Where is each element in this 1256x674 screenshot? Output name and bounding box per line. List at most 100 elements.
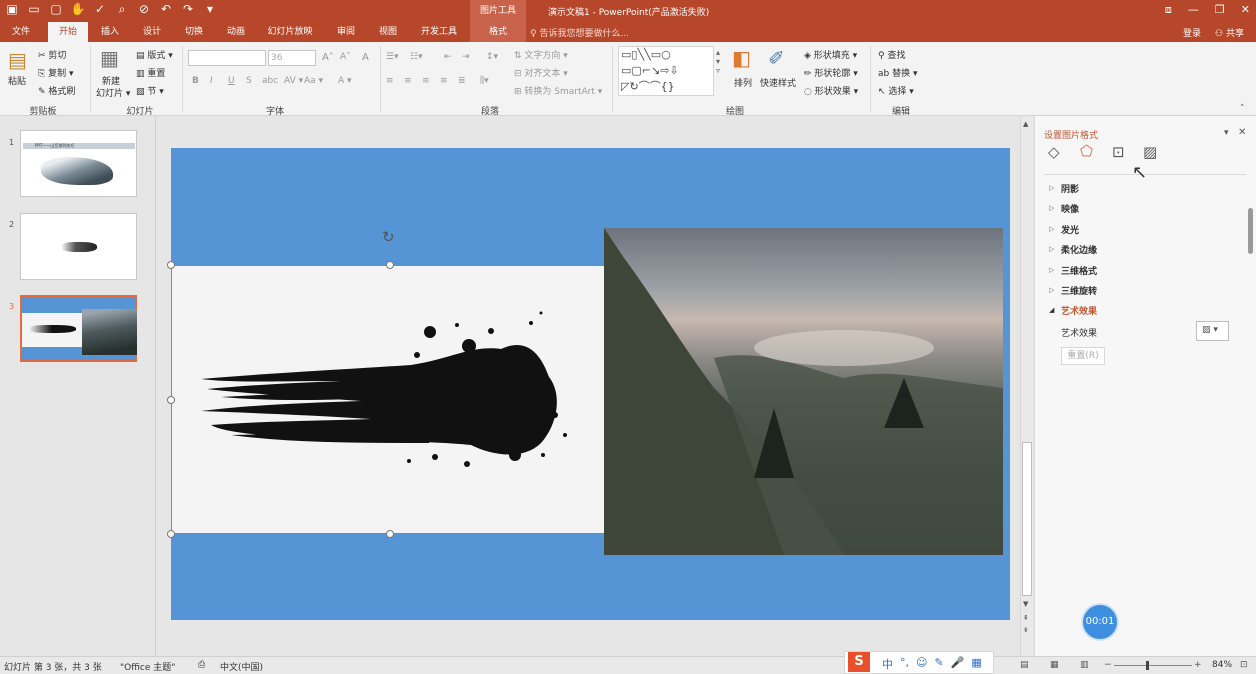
- recording-timer[interactable]: 00:01: [1081, 603, 1119, 641]
- new-slide-icon[interactable]: ▦: [100, 46, 119, 70]
- format-icon[interactable]: ⊘: [136, 2, 152, 17]
- grow-font-button[interactable]: A˄: [322, 52, 334, 63]
- minimize-icon[interactable]: —: [1188, 3, 1199, 17]
- rotate-handle-icon[interactable]: ↻: [382, 228, 395, 246]
- tell-me-box[interactable]: ♀ 告诉我您想要做什么...: [530, 26, 629, 39]
- section-soft-edges[interactable]: 柔化边缘: [1061, 243, 1097, 256]
- shape-fill-button[interactable]: ◈ 形状填充 ▾: [804, 48, 857, 61]
- collapse-ribbon-icon[interactable]: ˄: [1240, 104, 1245, 114]
- indent-increase-icon[interactable]: ⇥: [462, 52, 470, 62]
- reading-view-icon[interactable]: ▥: [1080, 660, 1089, 670]
- redo-icon[interactable]: ↷: [180, 2, 196, 17]
- shape-effects-button[interactable]: ◌ 形状效果 ▾: [804, 84, 858, 97]
- open-icon[interactable]: ▭: [26, 2, 42, 17]
- spellcheck-icon[interactable]: ⎙: [198, 660, 205, 670]
- zoom-out-icon[interactable]: −: [1104, 660, 1112, 670]
- scroll-down-icon[interactable]: ▼: [1023, 600, 1028, 608]
- tab-insert[interactable]: 插入: [92, 22, 128, 42]
- spelling-icon[interactable]: ✓: [92, 2, 108, 17]
- line-spacing-icon[interactable]: ↕▾: [486, 52, 498, 62]
- tab-format[interactable]: 格式: [470, 22, 526, 42]
- login-link[interactable]: 登录: [1183, 26, 1201, 39]
- tab-design[interactable]: 设计: [134, 22, 170, 42]
- touch-icon[interactable]: ✋: [70, 2, 86, 17]
- undo-icon[interactable]: ↶: [158, 2, 174, 17]
- cut-button[interactable]: ✂ 剪切: [38, 48, 66, 61]
- language-status[interactable]: 中文(中国): [220, 660, 263, 673]
- pane-close-icon[interactable]: ✕: [1238, 127, 1246, 138]
- zoom-slider-track[interactable]: [1114, 665, 1192, 666]
- tab-view[interactable]: 视图: [370, 22, 406, 42]
- quick-styles-icon[interactable]: ✐: [768, 46, 785, 70]
- customize-qat-icon[interactable]: ▾: [202, 2, 218, 17]
- canvas-vertical-scrollbar[interactable]: ▲ ▼ ⇞ ⇟: [1020, 116, 1033, 656]
- paste-icon[interactable]: ▤: [8, 48, 27, 72]
- ime-punctuation-icon[interactable]: °,: [900, 656, 909, 672]
- preview-icon[interactable]: ⌕: [114, 2, 130, 17]
- tab-file[interactable]: 文件: [4, 22, 38, 42]
- resize-handle-sw[interactable]: [167, 530, 175, 538]
- restore-icon[interactable]: ❐: [1215, 3, 1225, 17]
- zoom-level[interactable]: 84%: [1212, 660, 1232, 670]
- shape-outline-button[interactable]: ✏ 形状轮廓 ▾: [804, 66, 858, 79]
- strikethrough-button[interactable]: abc: [262, 76, 278, 86]
- pane-options-icon[interactable]: ▾: [1224, 128, 1229, 138]
- tab-developer[interactable]: 开发工具: [414, 22, 464, 42]
- picture-icon[interactable]: ▨: [1143, 143, 1157, 161]
- section-reflection[interactable]: 映像: [1061, 202, 1079, 215]
- new-slide-label-2[interactable]: 幻灯片 ▾: [96, 86, 130, 99]
- replace-button[interactable]: ab 替换 ▾: [878, 66, 918, 79]
- font-color-button[interactable]: A ▾: [338, 76, 352, 86]
- scroll-up-icon[interactable]: ▲: [1023, 120, 1028, 128]
- select-button[interactable]: ↖ 选择 ▾: [878, 84, 914, 97]
- underline-button[interactable]: U: [228, 76, 235, 86]
- bullets-icon[interactable]: ☰▾: [386, 52, 399, 62]
- slide-sorter-icon[interactable]: ▦: [1050, 660, 1059, 670]
- ime-voice-icon[interactable]: 🎤: [951, 656, 965, 672]
- bold-button[interactable]: B: [192, 76, 199, 86]
- arrange-button[interactable]: 排列: [734, 76, 752, 89]
- slide-thumbnail-1[interactable]: PPT——山峦排列技巧: [20, 130, 137, 197]
- format-painter-button[interactable]: ✎ 格式刷: [38, 84, 75, 97]
- layout-button[interactable]: ▤ 版式 ▾: [136, 48, 173, 61]
- slide-thumbnail-3[interactable]: [20, 295, 137, 362]
- align-right-icon[interactable]: ≡: [422, 76, 430, 86]
- tab-review[interactable]: 审阅: [328, 22, 364, 42]
- sogou-logo-icon[interactable]: S: [848, 652, 870, 672]
- tab-animations[interactable]: 动画: [218, 22, 254, 42]
- distribute-icon[interactable]: ≣: [458, 76, 466, 86]
- share-button[interactable]: ⚇ 共享: [1215, 26, 1244, 39]
- section-3d-rotation[interactable]: 三维旋转: [1061, 284, 1097, 297]
- find-button[interactable]: ⚲ 查找: [878, 48, 905, 61]
- align-left-icon[interactable]: ≡: [386, 76, 394, 86]
- reset-slide-button[interactable]: ▥ 重置: [136, 66, 165, 79]
- pane-scrollbar[interactable]: [1248, 208, 1253, 254]
- gallery-scroll-icon[interactable]: ▴ ▾ ▿: [716, 48, 720, 75]
- section-artistic-effects[interactable]: 艺术效果: [1061, 304, 1097, 317]
- quick-styles-button[interactable]: 快速样式: [760, 76, 796, 89]
- numbering-icon[interactable]: ☷▾: [410, 52, 423, 62]
- align-center-icon[interactable]: ≡: [404, 76, 412, 86]
- italic-button[interactable]: I: [210, 76, 213, 86]
- change-case-button[interactable]: Aa ▾: [304, 76, 323, 86]
- ime-emoji-icon[interactable]: ☺: [916, 656, 927, 672]
- resize-handle-nw[interactable]: [167, 261, 175, 269]
- next-slide-icon[interactable]: ⇟: [1023, 626, 1029, 634]
- justify-icon[interactable]: ≡: [440, 76, 448, 86]
- effects-pentagon-icon[interactable]: ⬠: [1080, 142, 1093, 160]
- scrollbar-thumb[interactable]: [1022, 442, 1032, 596]
- close-icon[interactable]: ✕: [1241, 3, 1250, 17]
- tab-transitions[interactable]: 切换: [176, 22, 212, 42]
- ime-handwrite-icon[interactable]: ✎: [934, 656, 943, 672]
- shrink-font-button[interactable]: A˅: [340, 52, 351, 62]
- fill-line-icon[interactable]: ◇: [1048, 143, 1060, 161]
- section-3d-format[interactable]: 三维格式: [1061, 264, 1097, 277]
- resize-handle-s[interactable]: [386, 530, 394, 538]
- save-icon[interactable]: ▣: [4, 2, 20, 17]
- shadow-button[interactable]: S: [246, 76, 252, 86]
- char-spacing-button[interactable]: AV ▾: [284, 76, 303, 86]
- section-glow[interactable]: 发光: [1061, 223, 1079, 236]
- prev-slide-icon[interactable]: ⇞: [1023, 614, 1029, 622]
- font-size-input[interactable]: 36: [268, 50, 316, 66]
- shapes-gallery[interactable]: ▭▯╲╲▭○ ▭▢⌐↘⇨⇩ ◸↻⌒⌒{}: [618, 46, 714, 96]
